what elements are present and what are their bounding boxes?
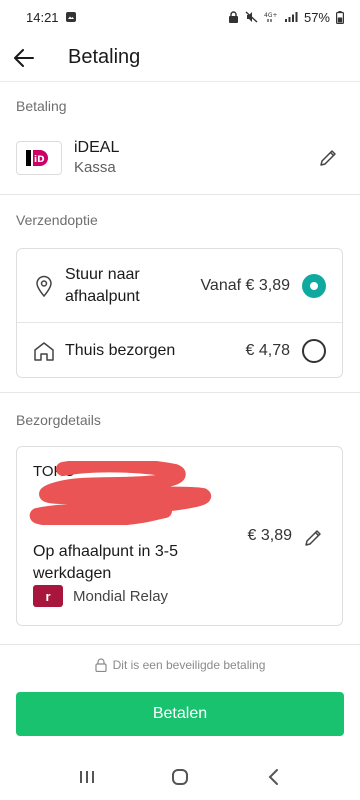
- back-button[interactable]: [0, 34, 48, 82]
- home-circle-icon: [171, 769, 188, 785]
- radio-unselected[interactable]: [302, 338, 326, 363]
- payment-section-label: Betaling: [16, 98, 67, 114]
- shipping-option-pickup[interactable]: Stuur naar afhaalpunt Vanaf € 3,89: [17, 249, 342, 323]
- page-title: Betaling: [68, 46, 141, 68]
- shipping-option-label: Thuis bezorgen: [65, 341, 176, 359]
- radio-dot: [310, 281, 318, 290]
- secure-payment-note: Dit is een beveiligde betaling: [0, 658, 360, 672]
- home-nav-button[interactable]: [155, 757, 205, 797]
- status-right: 4G+ 57%: [228, 10, 344, 25]
- ideal-logo: iD: [16, 141, 62, 175]
- label-line: Stuur naar: [65, 265, 140, 283]
- delivery-price: € 3,89: [247, 527, 292, 544]
- pencil-icon: [320, 150, 336, 166]
- shipping-options-card: Stuur naar afhaalpunt Vanaf € 3,89 Thuis…: [16, 248, 343, 378]
- secure-text: Dit is een beveiligde betaling: [112, 658, 266, 672]
- edit-delivery-button[interactable]: [298, 523, 328, 553]
- radio-selected[interactable]: [302, 273, 326, 298]
- battery-percent: 57%: [303, 9, 330, 25]
- payment-method-name: iDEAL: [74, 139, 120, 156]
- payment-method-row[interactable]: iD iDEAL Kassa: [16, 136, 344, 180]
- shipping-option-home[interactable]: Thuis bezorgen € 4,78: [17, 323, 342, 378]
- label-line: afhaalpunt: [65, 287, 140, 305]
- top-app-bar: Betaling: [0, 34, 360, 82]
- system-nav-bar: [0, 754, 360, 800]
- battery-icon: [336, 10, 344, 24]
- shipping-option-price: € 4,78: [245, 341, 290, 359]
- payment-method-texts: iDEAL Kassa: [74, 138, 119, 178]
- pencil-icon: [305, 530, 321, 546]
- shipping-option-label: Stuur naar afhaalpunt: [65, 264, 140, 308]
- shipping-option-price: Vanaf € 3,89: [200, 276, 290, 294]
- status-left: 14:21: [26, 10, 77, 25]
- signal-icon: [284, 11, 298, 23]
- edit-payment-button[interactable]: [312, 142, 344, 174]
- network-4g-icon: 4G+: [264, 11, 278, 23]
- arrow-left-icon: [14, 48, 34, 67]
- pay-button[interactable]: Betalen: [16, 692, 344, 736]
- divider: [0, 392, 360, 393]
- padlock-icon: [95, 658, 107, 672]
- carrier-name: Mondial Relay: [73, 587, 169, 605]
- home-icon: [33, 341, 55, 361]
- recent-apps-icon: [79, 771, 94, 783]
- divider: [0, 194, 360, 195]
- gallery-notification-icon: [65, 11, 77, 23]
- status-time: 14:21: [26, 9, 59, 25]
- redaction-scribble: [29, 461, 212, 525]
- carrier-row: r Mondial Relay: [33, 585, 168, 607]
- mondial-relay-logo: r: [33, 585, 63, 607]
- mute-icon: [245, 11, 258, 23]
- lock-status-icon: [228, 11, 239, 23]
- shipping-section-label: Verzendoptie: [16, 212, 98, 228]
- delivery-eta: Op afhaalpunt in 3-5 werkdagen: [33, 543, 178, 582]
- payment-method-subtitle: Kassa: [74, 159, 116, 176]
- carrier-logo-glyph: r: [45, 588, 51, 604]
- system-back-button[interactable]: [248, 757, 298, 797]
- delivery-details-card: TOKO Op afhaalpunt in 3-5 werkdagen € 3,…: [16, 446, 343, 626]
- status-bar: 14:21 4G+ 57%: [0, 0, 360, 34]
- svg-text:4G+: 4G+: [264, 12, 278, 19]
- svg-text:iD: iD: [34, 155, 45, 165]
- location-pin-icon: [33, 275, 55, 297]
- delivery-section-label: Bezorgdetails: [16, 412, 101, 428]
- recent-apps-button[interactable]: [62, 757, 112, 797]
- chevron-left-icon: [268, 769, 279, 785]
